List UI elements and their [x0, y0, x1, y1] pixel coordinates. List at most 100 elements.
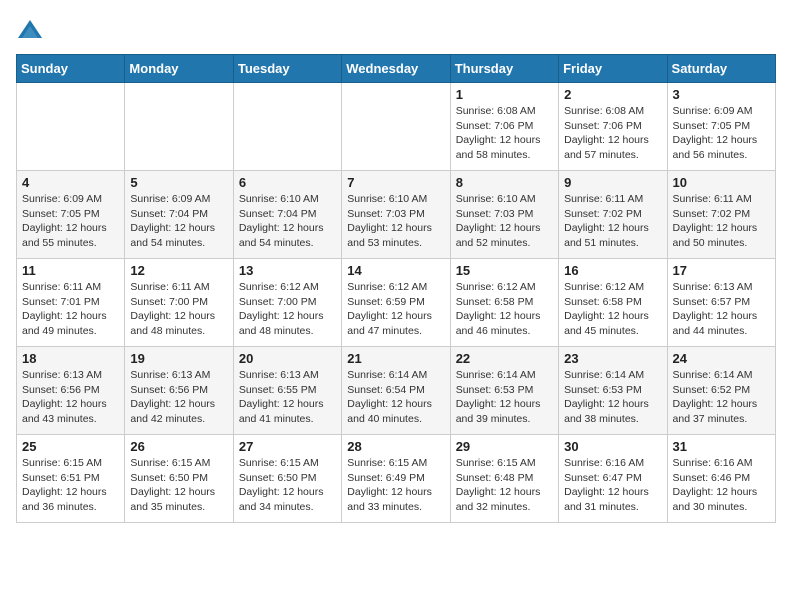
calendar-cell: 1 Sunrise: 6:08 AM Sunset: 7:06 PM Daylig… — [450, 83, 558, 171]
day-number: 25 — [22, 439, 119, 454]
calendar-cell: 3 Sunrise: 6:09 AM Sunset: 7:05 PM Daylig… — [667, 83, 775, 171]
calendar-cell — [342, 83, 450, 171]
day-number: 2 — [564, 87, 661, 102]
day-info: Sunrise: 6:16 AM Sunset: 6:46 PM Dayligh… — [673, 456, 770, 515]
day-info: Sunrise: 6:10 AM Sunset: 7:03 PM Dayligh… — [347, 192, 444, 251]
day-info: Sunrise: 6:15 AM Sunset: 6:50 PM Dayligh… — [239, 456, 336, 515]
calendar-cell: 25 Sunrise: 6:15 AM Sunset: 6:51 PM Dayli… — [17, 435, 125, 523]
weekday-header-thursday: Thursday — [450, 55, 558, 83]
day-number: 9 — [564, 175, 661, 190]
calendar-cell: 14 Sunrise: 6:12 AM Sunset: 6:59 PM Dayli… — [342, 259, 450, 347]
day-info: Sunrise: 6:10 AM Sunset: 7:03 PM Dayligh… — [456, 192, 553, 251]
day-info: Sunrise: 6:13 AM Sunset: 6:56 PM Dayligh… — [130, 368, 227, 427]
day-info: Sunrise: 6:13 AM Sunset: 6:55 PM Dayligh… — [239, 368, 336, 427]
day-info: Sunrise: 6:08 AM Sunset: 7:06 PM Dayligh… — [456, 104, 553, 163]
day-number: 26 — [130, 439, 227, 454]
calendar-cell: 10 Sunrise: 6:11 AM Sunset: 7:02 PM Dayli… — [667, 171, 775, 259]
calendar-cell: 19 Sunrise: 6:13 AM Sunset: 6:56 PM Dayli… — [125, 347, 233, 435]
day-number: 8 — [456, 175, 553, 190]
calendar-cell: 22 Sunrise: 6:14 AM Sunset: 6:53 PM Dayli… — [450, 347, 558, 435]
calendar-cell: 16 Sunrise: 6:12 AM Sunset: 6:58 PM Dayli… — [559, 259, 667, 347]
logo-icon — [16, 16, 44, 44]
day-info: Sunrise: 6:09 AM Sunset: 7:05 PM Dayligh… — [22, 192, 119, 251]
day-number: 23 — [564, 351, 661, 366]
day-number: 20 — [239, 351, 336, 366]
weekday-header-monday: Monday — [125, 55, 233, 83]
day-number: 29 — [456, 439, 553, 454]
calendar-cell: 12Sunrise: 6:11 AM Sunset: 7:00 PM Dayli… — [125, 259, 233, 347]
calendar-cell: 20 Sunrise: 6:13 AM Sunset: 6:55 PM Dayli… — [233, 347, 341, 435]
calendar-week-2: 4 Sunrise: 6:09 AM Sunset: 7:05 PM Daylig… — [17, 171, 776, 259]
day-number: 18 — [22, 351, 119, 366]
day-info: Sunrise: 6:15 AM Sunset: 6:50 PM Dayligh… — [130, 456, 227, 515]
calendar-header-row: SundayMondayTuesdayWednesdayThursdayFrid… — [17, 55, 776, 83]
day-info: Sunrise: 6:15 AM Sunset: 6:49 PM Dayligh… — [347, 456, 444, 515]
day-info: Sunrise: 6:12 AM Sunset: 6:58 PM Dayligh… — [456, 280, 553, 339]
day-info: Sunrise: 6:11 AM Sunset: 7:01 PM Dayligh… — [22, 280, 119, 339]
day-info: Sunrise: 6:14 AM Sunset: 6:54 PM Dayligh… — [347, 368, 444, 427]
calendar-cell: 31 Sunrise: 6:16 AM Sunset: 6:46 PM Dayli… — [667, 435, 775, 523]
day-info: Sunrise: 6:15 AM Sunset: 6:48 PM Dayligh… — [456, 456, 553, 515]
calendar-cell: 18 Sunrise: 6:13 AM Sunset: 6:56 PM Dayli… — [17, 347, 125, 435]
calendar-cell: 13Sunrise: 6:12 AM Sunset: 7:00 PM Dayli… — [233, 259, 341, 347]
day-number: 22 — [456, 351, 553, 366]
calendar-cell: 9 Sunrise: 6:11 AM Sunset: 7:02 PM Daylig… — [559, 171, 667, 259]
calendar-cell: 5 Sunrise: 6:09 AM Sunset: 7:04 PM Daylig… — [125, 171, 233, 259]
day-number: 28 — [347, 439, 444, 454]
day-number: 24 — [673, 351, 770, 366]
weekday-header-saturday: Saturday — [667, 55, 775, 83]
calendar-week-1: 1 Sunrise: 6:08 AM Sunset: 7:06 PM Daylig… — [17, 83, 776, 171]
calendar-cell: 2 Sunrise: 6:08 AM Sunset: 7:06 PM Daylig… — [559, 83, 667, 171]
day-info: Sunrise: 6:08 AM Sunset: 7:06 PM Dayligh… — [564, 104, 661, 163]
logo[interactable] — [16, 16, 48, 44]
day-number: 16 — [564, 263, 661, 278]
calendar-cell: 27 Sunrise: 6:15 AM Sunset: 6:50 PM Dayli… — [233, 435, 341, 523]
calendar-cell: 26 Sunrise: 6:15 AM Sunset: 6:50 PM Dayli… — [125, 435, 233, 523]
day-number: 19 — [130, 351, 227, 366]
day-info: Sunrise: 6:09 AM Sunset: 7:04 PM Dayligh… — [130, 192, 227, 251]
calendar-cell — [17, 83, 125, 171]
page-header — [16, 16, 776, 44]
calendar-cell: 28 Sunrise: 6:15 AM Sunset: 6:49 PM Dayli… — [342, 435, 450, 523]
day-number: 3 — [673, 87, 770, 102]
calendar-week-4: 18 Sunrise: 6:13 AM Sunset: 6:56 PM Dayli… — [17, 347, 776, 435]
day-number: 31 — [673, 439, 770, 454]
calendar-cell: 30Sunrise: 6:16 AM Sunset: 6:47 PM Dayli… — [559, 435, 667, 523]
day-info: Sunrise: 6:14 AM Sunset: 6:53 PM Dayligh… — [456, 368, 553, 427]
day-info: Sunrise: 6:12 AM Sunset: 6:59 PM Dayligh… — [347, 280, 444, 339]
day-number: 11 — [22, 263, 119, 278]
day-number: 17 — [673, 263, 770, 278]
calendar-week-5: 25 Sunrise: 6:15 AM Sunset: 6:51 PM Dayli… — [17, 435, 776, 523]
day-number: 1 — [456, 87, 553, 102]
day-number: 7 — [347, 175, 444, 190]
weekday-header-tuesday: Tuesday — [233, 55, 341, 83]
calendar-cell: 8 Sunrise: 6:10 AM Sunset: 7:03 PM Daylig… — [450, 171, 558, 259]
weekday-header-wednesday: Wednesday — [342, 55, 450, 83]
calendar-cell — [233, 83, 341, 171]
day-number: 14 — [347, 263, 444, 278]
day-number: 13 — [239, 263, 336, 278]
day-info: Sunrise: 6:13 AM Sunset: 6:56 PM Dayligh… — [22, 368, 119, 427]
calendar-cell — [125, 83, 233, 171]
day-number: 21 — [347, 351, 444, 366]
day-info: Sunrise: 6:12 AM Sunset: 6:58 PM Dayligh… — [564, 280, 661, 339]
day-info: Sunrise: 6:11 AM Sunset: 7:02 PM Dayligh… — [564, 192, 661, 251]
day-info: Sunrise: 6:11 AM Sunset: 7:02 PM Dayligh… — [673, 192, 770, 251]
day-info: Sunrise: 6:09 AM Sunset: 7:05 PM Dayligh… — [673, 104, 770, 163]
calendar-cell: 6Sunrise: 6:10 AM Sunset: 7:04 PM Daylig… — [233, 171, 341, 259]
day-number: 27 — [239, 439, 336, 454]
day-info: Sunrise: 6:15 AM Sunset: 6:51 PM Dayligh… — [22, 456, 119, 515]
day-number: 10 — [673, 175, 770, 190]
day-number: 12 — [130, 263, 227, 278]
calendar-cell: 4 Sunrise: 6:09 AM Sunset: 7:05 PM Daylig… — [17, 171, 125, 259]
day-number: 4 — [22, 175, 119, 190]
day-number: 5 — [130, 175, 227, 190]
calendar-week-3: 11 Sunrise: 6:11 AM Sunset: 7:01 PM Dayli… — [17, 259, 776, 347]
day-info: Sunrise: 6:14 AM Sunset: 6:52 PM Dayligh… — [673, 368, 770, 427]
day-info: Sunrise: 6:16 AM Sunset: 6:47 PM Dayligh… — [564, 456, 661, 515]
calendar-cell: 24 Sunrise: 6:14 AM Sunset: 6:52 PM Dayli… — [667, 347, 775, 435]
calendar-table: SundayMondayTuesdayWednesdayThursdayFrid… — [16, 54, 776, 523]
calendar-cell: 11 Sunrise: 6:11 AM Sunset: 7:01 PM Dayli… — [17, 259, 125, 347]
day-info: Sunrise: 6:14 AM Sunset: 6:53 PM Dayligh… — [564, 368, 661, 427]
calendar-cell: 15Sunrise: 6:12 AM Sunset: 6:58 PM Dayli… — [450, 259, 558, 347]
